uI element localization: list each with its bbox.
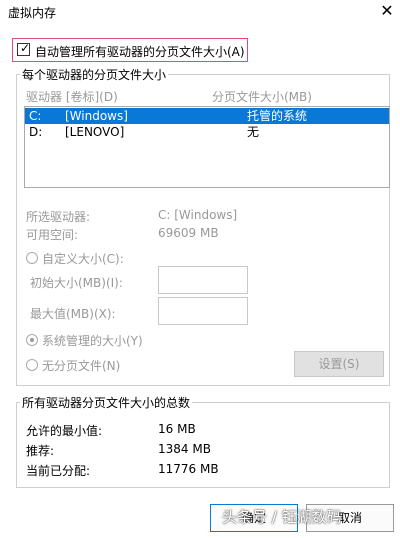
drive-volume-label: [Windows] xyxy=(65,109,128,123)
selected-drive-label: 所选驱动器: xyxy=(26,210,91,224)
allocated-value: 11776 MB xyxy=(158,462,219,476)
custom-size-label[interactable]: 自定义大小(C): xyxy=(42,250,124,267)
recommended-label: 推荐: xyxy=(26,444,55,458)
initial-size-input[interactable] xyxy=(158,266,248,294)
custom-size-radio[interactable] xyxy=(26,252,38,264)
drive-row-c[interactable]: C: [Windows] 托管的系统 xyxy=(25,108,389,124)
max-size-input[interactable] xyxy=(158,297,248,325)
totals-group-title: 所有驱动器分页文件大小的总数 xyxy=(20,394,193,411)
no-paging-radio[interactable] xyxy=(26,359,38,371)
initial-size-label: 初始大小(MB)(I): xyxy=(30,276,123,290)
selected-drive-value: C: [Windows] xyxy=(158,208,238,222)
drive-column-header: 驱动器 [卷标](D) xyxy=(26,90,118,104)
drive-letter: D: xyxy=(29,125,43,139)
close-icon[interactable]: ✕ xyxy=(378,2,396,20)
checkmark-icon: ✓ xyxy=(20,41,31,55)
drive-volume-label: [LENOVO] xyxy=(65,125,125,139)
system-managed-label[interactable]: 系统管理的大小(Y) xyxy=(42,332,143,349)
min-size-value: 16 MB xyxy=(158,422,196,436)
radio-selected-dot xyxy=(30,338,34,342)
set-button[interactable]: 设置(S) xyxy=(294,351,384,377)
no-paging-label[interactable]: 无分页文件(N) xyxy=(42,357,120,374)
max-size-label: 最大值(MB)(X): xyxy=(30,307,116,321)
drive-letter: C: xyxy=(29,109,42,123)
size-column-header: 分页文件大小(MB) xyxy=(212,90,312,104)
allocated-label: 当前已分配: xyxy=(26,464,91,478)
drive-paging-size: 托管的系统 xyxy=(247,109,308,123)
free-space-value: 69609 MB xyxy=(158,226,219,240)
free-space-label: 可用空间: xyxy=(26,228,79,242)
drive-list[interactable]: C: [Windows] 托管的系统 D: [LENOVO] 无 xyxy=(24,106,390,188)
min-size-label: 允许的最小值: xyxy=(26,424,103,438)
per-drive-group-title: 每个驱动器的分页文件大小 xyxy=(20,66,169,83)
watermark-text: 头条号 / 钰湖数码 xyxy=(222,508,342,526)
recommended-value: 1384 MB xyxy=(158,442,211,456)
drive-paging-size: 无 xyxy=(247,125,260,139)
auto-manage-checkbox[interactable]: ✓ xyxy=(17,41,31,56)
drive-row-d[interactable]: D: [LENOVO] 无 xyxy=(25,124,389,140)
window-title: 虚拟内存 xyxy=(8,6,57,20)
system-managed-radio[interactable] xyxy=(26,334,38,346)
auto-manage-label[interactable]: 自动管理所有驱动器的分页文件大小(A) xyxy=(35,43,245,60)
